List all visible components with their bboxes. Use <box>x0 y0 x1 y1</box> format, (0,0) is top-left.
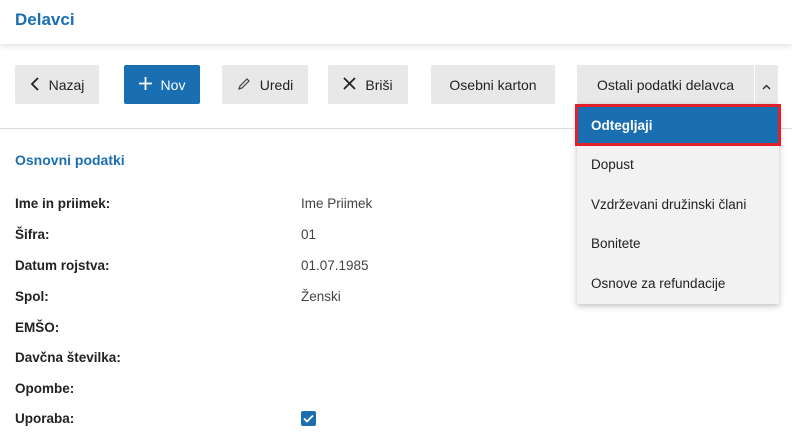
close-icon <box>343 77 357 92</box>
personal-card-button[interactable]: Osebni karton <box>431 65 555 104</box>
new-button[interactable]: Nov <box>124 65 200 104</box>
menu-item-refund-bases[interactable]: Osnove za refundacije <box>577 264 779 302</box>
back-button[interactable]: Nazaj <box>15 65 99 104</box>
other-data-button[interactable]: Ostali podatki delavca <box>577 65 754 104</box>
menu-item-dopust[interactable]: Dopust <box>577 145 779 183</box>
field-value-code: 01 <box>301 227 317 242</box>
chevron-left-icon <box>30 76 40 93</box>
field-label-name: Ime in priimek: <box>15 196 111 211</box>
back-button-label: Nazaj <box>48 76 85 93</box>
delete-button-label: Briši <box>365 76 393 93</box>
page-title: Delavci <box>15 10 75 29</box>
plus-icon <box>138 77 152 92</box>
personal-card-button-label: Osebni karton <box>449 76 537 93</box>
other-data-toggle-button[interactable] <box>755 65 778 104</box>
delete-button[interactable]: Briši <box>328 65 408 104</box>
edit-button-label: Uredi <box>259 76 294 93</box>
field-value-name: Ime Priimek <box>301 196 373 211</box>
page-header: Delavci <box>0 0 792 44</box>
chevron-up-icon <box>762 77 771 93</box>
field-value-birthdate: 01.07.1985 <box>301 258 369 273</box>
usage-checkbox[interactable] <box>301 411 316 426</box>
field-label-gender: Spol: <box>15 289 49 304</box>
pencil-icon <box>237 77 251 93</box>
field-label-usage: Uporaba: <box>15 411 75 426</box>
other-data-button-label: Ostali podatki delavca <box>597 76 734 93</box>
edit-button[interactable]: Uredi <box>222 65 308 104</box>
field-label-notes: Opombe: <box>15 381 75 396</box>
checkmark-icon <box>303 410 314 428</box>
field-label-code: Šifra: <box>15 227 50 242</box>
field-label-emso: EMŠO: <box>15 320 60 335</box>
menu-item-odtegljaji[interactable]: Odtegljaji <box>575 104 781 146</box>
field-label-birthdate: Datum rojstva: <box>15 258 110 273</box>
section-title: Osnovni podatki <box>15 152 125 168</box>
other-data-dropdown-menu: Odtegljaji Dopust Vzdrževani družinski č… <box>575 104 781 304</box>
new-button-label: Nov <box>160 76 186 93</box>
menu-item-bonitete[interactable]: Bonitete <box>577 224 779 262</box>
field-label-tax-number: Davčna številka: <box>15 350 121 365</box>
menu-item-family-members[interactable]: Vzdrževani družinski člani <box>577 185 779 223</box>
field-value-gender: Ženski <box>301 289 341 304</box>
